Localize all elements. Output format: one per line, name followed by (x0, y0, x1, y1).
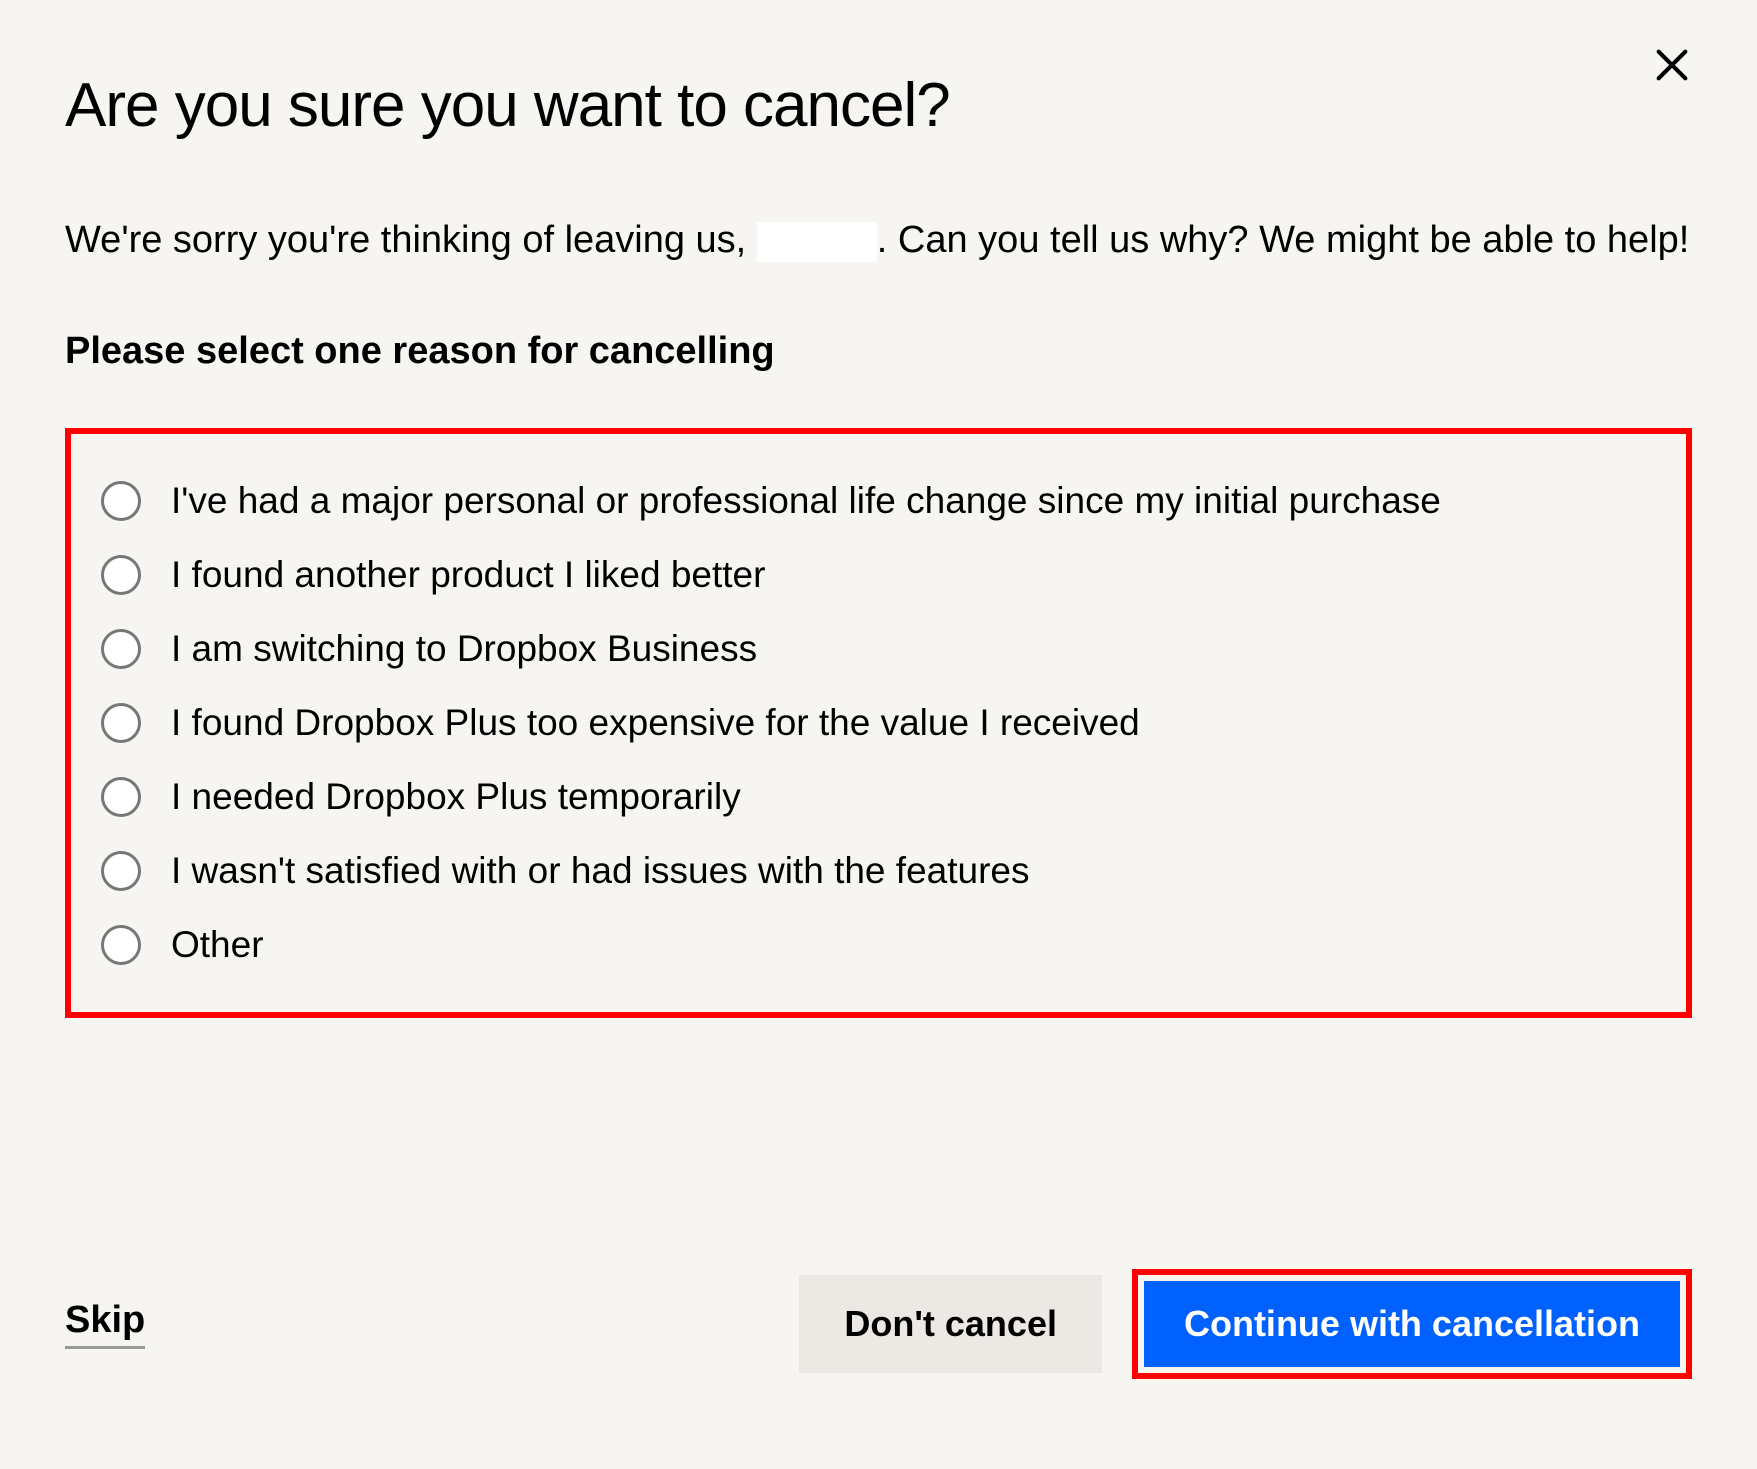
close-button[interactable] (1647, 40, 1697, 90)
dont-cancel-button[interactable]: Don't cancel (799, 1275, 1102, 1373)
radio-icon (101, 703, 141, 743)
radio-icon (101, 777, 141, 817)
radio-icon (101, 555, 141, 595)
radio-icon (101, 851, 141, 891)
option-another-product[interactable]: I found another product I liked better (101, 538, 1656, 612)
radio-icon (101, 481, 141, 521)
option-label: I am switching to Dropbox Business (171, 628, 757, 670)
subtitle-suffix: . Can you tell us why? We might be able … (877, 219, 1690, 261)
option-too-expensive[interactable]: I found Dropbox Plus too expensive for t… (101, 686, 1656, 760)
dialog-footer: Skip Don't cancel Continue with cancella… (65, 1269, 1692, 1379)
option-label: I've had a major personal or professiona… (171, 480, 1441, 522)
option-label: I found another product I liked better (171, 554, 765, 596)
option-life-change[interactable]: I've had a major personal or professiona… (101, 464, 1656, 538)
option-temporary[interactable]: I needed Dropbox Plus temporarily (101, 760, 1656, 834)
dialog-title: Are you sure you want to cancel? (65, 70, 1692, 141)
dialog-subtitle: We're sorry you're thinking of leaving u… (65, 211, 1692, 270)
option-label: I found Dropbox Plus too expensive for t… (171, 702, 1140, 744)
skip-link[interactable]: Skip (65, 1299, 145, 1349)
option-label: Other (171, 924, 264, 966)
radio-icon (101, 629, 141, 669)
option-other[interactable]: Other (101, 908, 1656, 982)
close-icon (1652, 45, 1692, 85)
option-dropbox-business[interactable]: I am switching to Dropbox Business (101, 612, 1656, 686)
continue-cancellation-button[interactable]: Continue with cancellation (1144, 1281, 1680, 1367)
option-label: I needed Dropbox Plus temporarily (171, 776, 741, 818)
subtitle-prefix: We're sorry you're thinking of leaving u… (65, 219, 757, 261)
option-not-satisfied[interactable]: I wasn't satisfied with or had issues wi… (101, 834, 1656, 908)
option-label: I wasn't satisfied with or had issues wi… (171, 850, 1029, 892)
continue-button-highlight: Continue with cancellation (1132, 1269, 1692, 1379)
cancel-reason-options: I've had a major personal or professiona… (65, 428, 1692, 1018)
redacted-name (757, 222, 877, 262)
radio-icon (101, 925, 141, 965)
instruction-text: Please select one reason for cancelling (65, 330, 1692, 373)
footer-actions: Don't cancel Continue with cancellation (799, 1269, 1692, 1379)
